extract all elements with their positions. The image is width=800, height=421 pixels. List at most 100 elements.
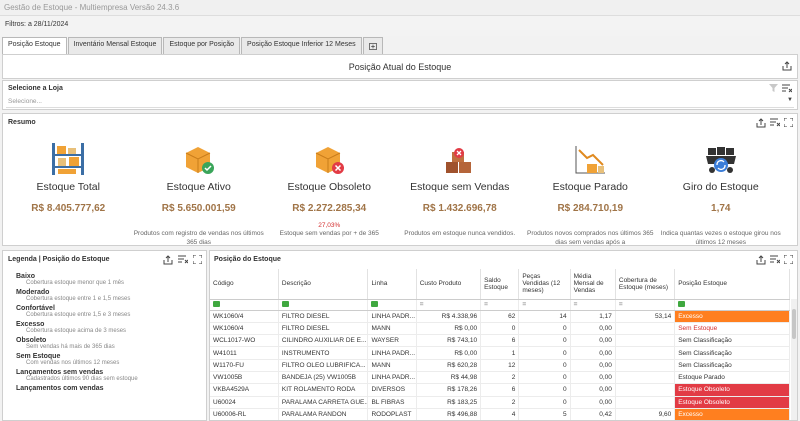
table-header-row: Código Descrição Linha Custo Produto Sal… xyxy=(210,269,790,300)
excel-filter-icon[interactable] xyxy=(213,300,220,307)
filter-clear-icon[interactable] xyxy=(770,118,781,129)
filter-icon[interactable] xyxy=(769,84,778,94)
filters-bar: Filtros: a 28/11/2024 xyxy=(0,16,800,36)
tab-estoque-por-posicao[interactable]: Estoque por Posição xyxy=(163,37,241,54)
legend-item-name: Confortável xyxy=(16,305,55,312)
table-cell: W41011 xyxy=(210,346,279,360)
column-filter[interactable]: = xyxy=(518,299,571,311)
kpi-desc xyxy=(3,230,134,247)
kpi-estoque-total: Estoque Total R$ 8.405.777,62 xyxy=(3,136,134,247)
table-row[interactable]: WK1060/4 FILTRO DIESEL MANN R$ 0,00 0 0 0,00 Se… xyxy=(210,322,790,336)
table-cell: R$ 44,98 xyxy=(416,371,482,385)
table-cell xyxy=(615,322,676,336)
table-cell xyxy=(615,396,676,409)
kpi-name: Estoque Ativo xyxy=(166,181,231,193)
equals-filter-icon[interactable]: = xyxy=(420,301,424,308)
column-header[interactable]: Média Mensal de Vendas xyxy=(570,269,616,300)
kpi-desc: Produtos com registro de vendas nos últi… xyxy=(133,230,264,246)
table-cell: Sem Classificação xyxy=(674,359,790,372)
export-icon[interactable] xyxy=(756,255,766,267)
table-row[interactable]: U60024 PARALAMA CARRETA GUE... BL FIBRAS R$… xyxy=(210,396,790,409)
add-tab-icon[interactable] xyxy=(362,37,383,54)
equals-filter-icon[interactable]: = xyxy=(522,301,526,308)
legend-item: Obsoleto Sem vendas há mais de 365 dias xyxy=(16,337,138,350)
store-selector-panel: Selecione a Loja Selecione... ▼ xyxy=(2,80,798,110)
legend-item-name: Sem Estoque xyxy=(16,353,61,360)
equals-filter-icon[interactable]: = xyxy=(619,301,623,308)
excel-filter-icon[interactable] xyxy=(678,300,686,307)
table-row[interactable]: U60006-RL PARALAMA RANDON RODOPLAST R$ 496,… xyxy=(210,408,790,420)
column-header[interactable]: Código xyxy=(210,269,279,300)
export-icon[interactable] xyxy=(756,118,766,130)
column-filter[interactable] xyxy=(278,299,369,311)
table-cell: 53,14 xyxy=(615,310,676,323)
kpi-name: Estoque sem Vendas xyxy=(410,181,510,193)
column-filter[interactable] xyxy=(674,299,790,311)
tab-posicao-estoque[interactable]: Posição Estoque xyxy=(2,37,67,55)
table-cell: VW1005B xyxy=(210,371,279,385)
table-cell: R$ 0,00 xyxy=(416,346,482,360)
kpi-desc: Produtos novos comprados nos últimos 365… xyxy=(527,230,654,246)
column-filter[interactable] xyxy=(210,299,279,311)
maximize-icon[interactable] xyxy=(783,254,794,266)
table-cell xyxy=(615,371,676,385)
table-cell: Sem Estoque xyxy=(674,322,790,336)
filter-clear-icon[interactable] xyxy=(770,255,781,266)
stock-table: Código Descrição Linha Custo Produto Sal… xyxy=(210,269,790,420)
filter-clear-icon[interactable] xyxy=(178,255,189,266)
grid-scrollbar[interactable] xyxy=(791,299,797,420)
legend-item: Lançamentos sem vendas Cadastrados último… xyxy=(16,369,138,382)
legend-item-name: Moderado xyxy=(16,289,50,296)
table-row[interactable]: WCL1017-WO CILINDRO AUXILIAR DE E... WAYSE… xyxy=(210,334,790,348)
excel-filter-icon[interactable] xyxy=(281,300,289,307)
kpi-pct xyxy=(3,222,134,229)
column-header[interactable]: Custo Produto xyxy=(416,269,482,300)
column-header[interactable]: Saldo Estoque xyxy=(480,269,520,300)
maximize-icon[interactable] xyxy=(783,117,794,129)
store-select[interactable]: Selecione... ▼ xyxy=(6,97,794,108)
column-filter[interactable]: = xyxy=(615,299,676,311)
chevron-down-icon[interactable]: ▼ xyxy=(787,97,793,103)
column-header[interactable]: Linha xyxy=(367,269,417,300)
table-cell: 0,00 xyxy=(570,334,616,348)
table-cell: MANN xyxy=(367,359,417,372)
table-cell: WCL1017-WO xyxy=(210,334,279,348)
table-cell: R$ 620,28 xyxy=(416,359,482,372)
equals-filter-icon[interactable]: = xyxy=(484,301,488,308)
table-cell: KIT ROLAMENTO RODA xyxy=(278,383,369,397)
table-cell: R$ 0,00 xyxy=(416,322,482,336)
scrollbar-thumb[interactable] xyxy=(792,309,796,339)
table-row[interactable]: VKBA4529A KIT ROLAMENTO RODA DIVERSOS R$ 17… xyxy=(210,383,790,397)
legend-item-desc: Cadastrados últimos 90 dias sem estoque xyxy=(26,376,138,382)
boxes-x-icon xyxy=(395,136,526,176)
table-row[interactable]: WK1060/4 FILTRO DIESEL LINHA PADR... R$ 4.3… xyxy=(210,310,790,323)
excel-filter-icon[interactable] xyxy=(371,300,379,307)
column-filter[interactable]: = xyxy=(416,299,482,311)
table-cell: 1,17 xyxy=(570,310,616,323)
maximize-icon[interactable] xyxy=(192,254,203,266)
column-header[interactable]: Cobertura de Estoque (meses) xyxy=(615,269,676,300)
table-row[interactable]: W1170-FU FILTRO OLEO LUBRIFICA... MANN R$ 6… xyxy=(210,359,790,372)
table-row[interactable]: VW1005B BANDEJA (25) VW1005B LINHA PADR...… xyxy=(210,371,790,385)
table-cell: R$ 4.338,96 xyxy=(416,310,482,323)
table-cell: DIVERSOS xyxy=(367,383,417,397)
kpi-pct xyxy=(395,222,526,229)
filter-clear-icon[interactable] xyxy=(782,84,793,95)
column-header[interactable]: Descrição xyxy=(278,269,369,300)
export-icon[interactable] xyxy=(163,255,173,267)
stock-grid-panel: Posição do Estoque Código Descrição Linh… xyxy=(209,250,798,421)
table-row[interactable]: W41011 INSTRUMENTO LINHA PADR... R$ 0,00 1 0 0… xyxy=(210,346,790,360)
legend-item-name: Baixo xyxy=(16,273,36,280)
column-filter[interactable]: = xyxy=(480,299,520,311)
column-header[interactable]: Peças Vendidas (12 meses) xyxy=(518,269,571,300)
kpi-pct xyxy=(134,222,265,229)
export-icon[interactable] xyxy=(782,61,792,73)
table-cell xyxy=(615,346,676,360)
equals-filter-icon[interactable]: = xyxy=(574,301,578,308)
box-x-icon xyxy=(264,136,395,176)
tab-inventario-mensal[interactable]: Inventário Mensal Estoque xyxy=(67,37,163,54)
column-filter[interactable]: = xyxy=(570,299,616,311)
tab-posicao-inferior-12-meses[interactable]: Posição Estoque Inferior 12 Meses xyxy=(241,37,362,54)
column-filter[interactable] xyxy=(367,299,417,311)
column-header[interactable]: Posição Estoque xyxy=(674,269,790,300)
